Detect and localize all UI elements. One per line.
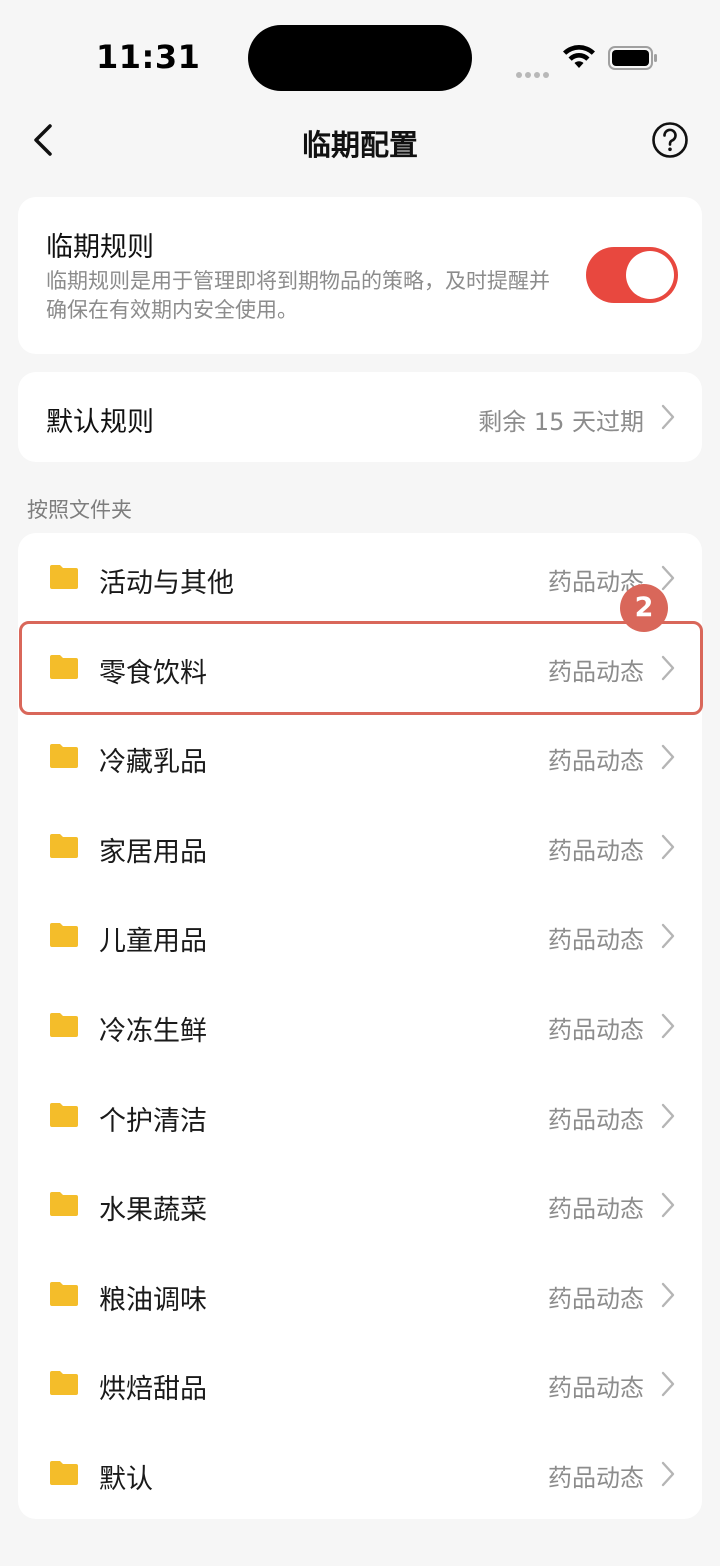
nav-bar: 临期配置: [0, 108, 720, 172]
chevron-right-icon: [661, 404, 675, 430]
status-time: 11:31: [96, 38, 201, 76]
folder-rule-value: 药品动态: [548, 1284, 644, 1313]
folder-rule-value: 药品动态: [548, 1464, 644, 1492]
folder-rule-value: 药品动态: [548, 926, 644, 955]
folder-item[interactable]: 个护清洁 药品动态: [18, 1071, 702, 1161]
folder-name: 粮油调味: [99, 1284, 207, 1316]
step-badge: 2: [620, 584, 668, 632]
folder-item[interactable]: 粮油调味 药品动态: [18, 1250, 702, 1340]
folder-rule-value: 药品动态: [548, 747, 644, 776]
chevron-right-icon: [661, 1103, 675, 1128]
folder-icon: [50, 654, 78, 679]
folder-item[interactable]: 活动与其他 药品动态: [18, 533, 702, 623]
cellular-signal-icon: [516, 63, 552, 78]
chevron-right-icon: [661, 655, 675, 680]
folder-item[interactable]: 冷冻生鲜 药品动态: [18, 981, 702, 1071]
folder-name: 水果蔬菜: [99, 1195, 207, 1227]
dynamic-island: [248, 25, 472, 91]
page-title: 临期配置: [301, 128, 418, 162]
help-icon[interactable]: [651, 121, 689, 159]
default-rule-row[interactable]: 默认规则 剩余 15 天过期: [18, 372, 702, 462]
folder-rule-value: 药品动态: [548, 1016, 644, 1044]
chevron-right-icon: [661, 565, 675, 591]
folder-name: 冷冻生鲜: [99, 1016, 207, 1047]
folder-name: 家居用品: [99, 836, 207, 868]
folder-name: 儿童用品: [99, 926, 207, 958]
folder-item[interactable]: 烘焙甜品 药品动态: [18, 1339, 702, 1429]
folder-name: 零食饮料: [99, 657, 207, 689]
folder-name: 活动与其他: [99, 568, 234, 599]
chevron-right-icon: [661, 1372, 675, 1397]
folder-item[interactable]: 儿童用品 药品动态: [18, 891, 702, 981]
folder-name: 烘焙甜品: [99, 1374, 207, 1406]
folder-icon: [50, 833, 78, 858]
folder-item[interactable]: 冷藏乳品 药品动态: [18, 712, 702, 802]
folder-rule-value: 药品动态: [548, 1195, 644, 1224]
toggle-knob: [626, 251, 674, 299]
folder-item[interactable]: 水果蔬菜 药品动态: [18, 1160, 702, 1250]
chevron-right-icon: [661, 1282, 675, 1307]
folder-item[interactable]: 零食饮料 药品动态: [18, 623, 702, 713]
folder-rule-value: 药品动态: [548, 657, 644, 686]
folder-icon: [50, 565, 78, 589]
chevron-right-icon: [661, 1192, 675, 1218]
expiry-rule-title: 临期规则: [46, 232, 154, 263]
expiry-rule-card: 临期规则 临期规则是用于管理即将到期物品的策略，及时提醒并确保在有效期内安全使用…: [18, 197, 702, 354]
default-rule-value: 剩余 15 天过期: [478, 408, 644, 436]
folder-list: 活动与其他 药品动态 零食饮料 药品动态 冷藏乳品 药品动态 家居用品 药品动态 儿童用品 药品动…: [18, 533, 702, 1519]
chevron-right-icon: [661, 834, 675, 859]
folder-icon: [50, 1102, 78, 1127]
battery-icon: [608, 46, 657, 70]
folder-icon: [50, 1371, 78, 1396]
chevron-right-icon: [661, 744, 675, 770]
chevron-right-icon: [661, 924, 675, 949]
folder-icon: [50, 1013, 78, 1037]
section-label-folders: 按照文件夹: [27, 498, 132, 522]
folder-icon: [50, 1281, 78, 1306]
folder-item[interactable]: 默认 药品动态: [18, 1429, 702, 1519]
folder-icon: [50, 1192, 78, 1217]
wifi-icon: [563, 45, 595, 68]
expiry-rule-description: 临期规则是用于管理即将到期物品的策略，及时提醒并确保在有效期内安全使用。: [46, 269, 550, 322]
folder-icon: [50, 1461, 78, 1485]
folder-icon: [50, 923, 78, 948]
expiry-rule-toggle[interactable]: [586, 247, 678, 303]
folder-name: 默认: [99, 1464, 153, 1495]
folder-rule-value: 药品动态: [548, 1105, 644, 1134]
folder-rule-value: 药品动态: [548, 836, 644, 865]
folder-name: 个护清洁: [99, 1105, 207, 1137]
chevron-right-icon: [661, 1461, 675, 1487]
folder-rule-value: 药品动态: [548, 1374, 644, 1403]
default-rule-label: 默认规则: [46, 407, 154, 438]
folder-name: 冷藏乳品: [99, 747, 207, 779]
status-bar: 11:31: [0, 0, 720, 100]
chevron-right-icon: [661, 1013, 675, 1039]
folder-icon: [50, 744, 78, 769]
folder-item[interactable]: 家居用品 药品动态: [18, 802, 702, 892]
